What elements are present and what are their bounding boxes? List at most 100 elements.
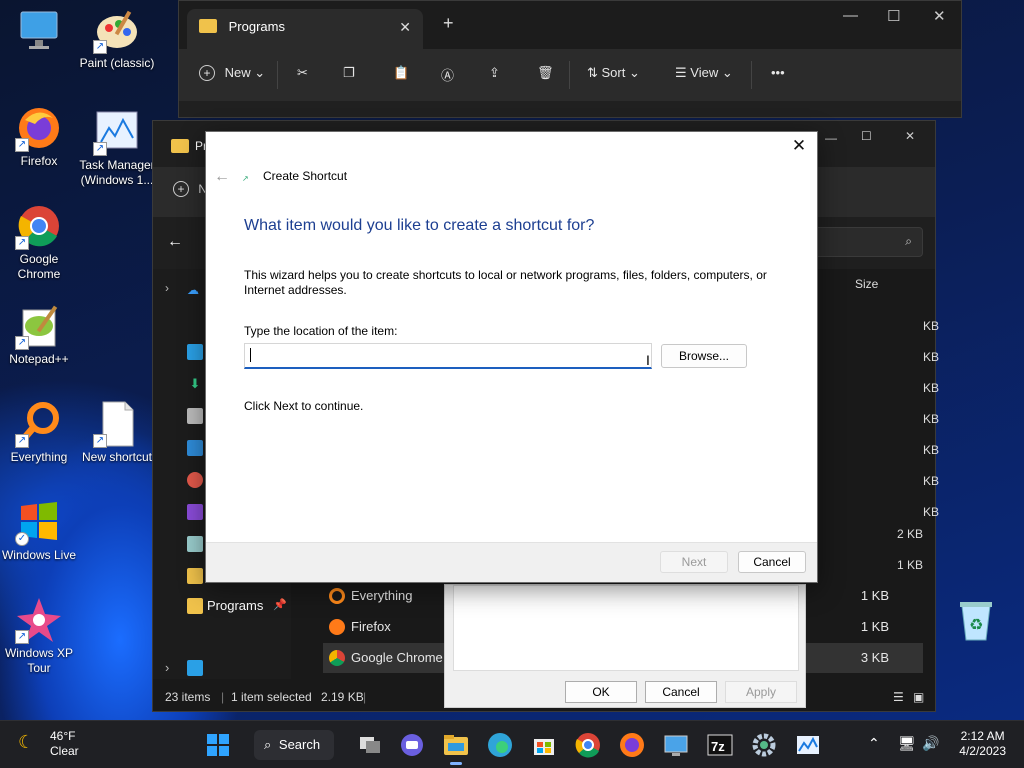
task-manager-icon[interactable] <box>792 729 824 761</box>
tab-programs[interactable]: Programs ✕ <box>187 9 423 49</box>
shortcut-arrow-icon: ↗ <box>15 138 29 152</box>
notepadpp-desktop-icon[interactable]: ↗ Notepad++ <box>0 302 78 367</box>
minimize-icon[interactable]: — <box>825 131 837 145</box>
recycle-bin-icon[interactable]: ♻ <box>952 596 1000 644</box>
settings-gear-icon[interactable] <box>748 729 780 761</box>
dialog-heading: What item would you like to create a sho… <box>244 217 595 234</box>
size-column-fragments: KB KB KB KB KB KB KB <box>923 319 940 519</box>
cancel-button[interactable]: Cancel <box>738 551 806 573</box>
new-shortcut-desktop-icon[interactable]: ↗ New shortcut <box>78 400 156 465</box>
pictures-icon <box>187 440 203 456</box>
new-button[interactable]: + N <box>173 181 207 197</box>
network-icon[interactable]: 🖥 <box>898 735 916 752</box>
video-icon <box>187 504 203 520</box>
magnifier-icon: ↗ <box>15 400 63 448</box>
chevron-right-icon[interactable]: › <box>165 660 169 675</box>
monitor-icon <box>15 6 63 54</box>
selection-count: 1 item selected <box>231 690 312 704</box>
rename-icon[interactable]: Ⓐ <box>441 65 454 84</box>
new-button[interactable]: + New ⌄ <box>199 65 265 81</box>
shortcut-arrow-icon: ↗ <box>93 142 107 156</box>
ok-button[interactable]: OK <box>565 681 637 703</box>
next-button[interactable]: Next <box>660 551 728 573</box>
chrome-icon[interactable] <box>572 729 604 761</box>
share-icon[interactable]: ⇪ <box>489 65 500 81</box>
back-arrow-icon[interactable]: ← <box>167 233 183 251</box>
maximize-icon[interactable]: ☐ <box>887 7 900 25</box>
chrome-icon <box>329 650 345 666</box>
chevron-up-icon[interactable]: ⌃ <box>868 735 880 752</box>
details-view-icon[interactable]: ☰ <box>893 690 904 704</box>
selection-size: 2.19 KB <box>321 690 364 704</box>
new-tab-icon[interactable]: + <box>443 13 454 34</box>
weather-widget[interactable]: ☾ 46°F Clear <box>18 729 79 759</box>
chrome-desktop-icon[interactable]: ↗ Google Chrome <box>0 202 78 282</box>
weather-temp: 46°F <box>50 729 76 743</box>
properties-content <box>453 585 799 671</box>
windows-xp-tour-desktop-icon[interactable]: ↗ Windows XP Tour <box>0 596 78 676</box>
time: 2:12 AM <box>960 729 1005 743</box>
palette-icon: ↗ <box>93 6 141 54</box>
7zip-icon[interactable]: 7z <box>704 729 736 761</box>
pin-icon[interactable]: 📌 <box>273 598 287 611</box>
column-header-size[interactable]: Size <box>855 277 878 291</box>
desktop-icon-label: Windows XP Tour <box>4 646 74 675</box>
firefox-icon[interactable] <box>616 729 648 761</box>
view-button[interactable]: ☰ View ⌄ <box>675 65 733 81</box>
browse-button[interactable]: Browse... <box>661 344 747 368</box>
tab-bar: Programs ✕ + — ☐ ✕ <box>179 1 961 49</box>
svg-text:♻: ♻ <box>969 617 983 634</box>
start-button[interactable] <box>202 729 234 761</box>
search-box[interactable]: ⌕ <box>813 227 923 257</box>
search-icon: ⌕ <box>264 737 272 752</box>
text-caret <box>250 348 251 362</box>
close-tab-icon[interactable]: ✕ <box>399 19 411 36</box>
copy-icon[interactable]: ❐ <box>343 65 355 81</box>
task-manager-desktop-icon[interactable]: ↗ Task Manager (Windows 1... <box>78 108 156 188</box>
teams-chat-icon[interactable] <box>396 729 428 761</box>
folder-icon <box>199 19 217 33</box>
tiles-view-icon[interactable]: ▣ <box>913 690 924 704</box>
document-icon <box>187 408 203 424</box>
desktop-icon-label: Google Chrome <box>17 252 61 281</box>
chevron-right-icon[interactable]: › <box>165 281 169 295</box>
file-explorer-taskbar-icon[interactable] <box>440 729 472 765</box>
nav-item-this-pc[interactable]: › <box>153 653 291 683</box>
close-window-icon[interactable]: ✕ <box>905 129 915 143</box>
everything-desktop-icon[interactable]: ↗ Everything <box>0 400 78 465</box>
toolbar-separator <box>751 61 752 89</box>
shortcut-arrow-icon: ↗ <box>15 434 29 448</box>
windows-live-desktop-icon[interactable]: ✓ Windows Live <box>0 498 78 563</box>
search-button[interactable]: ⌕ Search <box>254 730 334 760</box>
sort-button[interactable]: ⇅ Sort ⌄ <box>587 65 640 81</box>
file-size: 2 KB <box>897 527 924 541</box>
close-window-icon[interactable]: ✕ <box>933 7 946 25</box>
remote-desktop-icon[interactable] <box>660 729 692 761</box>
clock[interactable]: 2:12 AM 4/2/2023 <box>959 729 1006 759</box>
cancel-button[interactable]: Cancel <box>645 681 717 703</box>
close-icon[interactable]: ✕ <box>789 136 809 158</box>
this-pc-desktop-icon[interactable] <box>0 6 78 56</box>
edge-icon[interactable] <box>484 729 516 761</box>
notepadpp-icon: ↗ <box>15 302 63 350</box>
ibeam-cursor-icon: I <box>646 352 650 368</box>
volume-icon[interactable]: 🔊 <box>922 735 939 752</box>
delete-icon[interactable]: 🗑 <box>537 65 554 81</box>
firefox-desktop-icon[interactable]: ↗ Firefox <box>0 104 78 169</box>
store-icon[interactable] <box>528 729 560 761</box>
music-icon <box>187 472 203 488</box>
search-icon: ⌕ <box>905 234 912 248</box>
paste-icon[interactable]: 📋 <box>393 65 409 81</box>
more-options-icon[interactable]: ••• <box>771 65 785 80</box>
maximize-icon[interactable]: ☐ <box>861 129 872 143</box>
location-input[interactable] <box>244 343 652 369</box>
back-arrow-icon[interactable]: ← <box>214 168 230 186</box>
minimize-icon[interactable]: — <box>843 7 858 24</box>
apply-button[interactable]: Apply <box>725 681 797 703</box>
cut-icon[interactable]: ✂ <box>297 65 308 81</box>
paint-desktop-icon[interactable]: ↗ Paint (classic) <box>78 6 156 71</box>
chrome-icon: ↗ <box>15 202 63 250</box>
shortcut-arrow-icon: ↗ <box>93 40 107 54</box>
nav-item-programs[interactable]: Programs 📌 <box>153 591 291 621</box>
task-view-icon[interactable] <box>354 729 386 761</box>
